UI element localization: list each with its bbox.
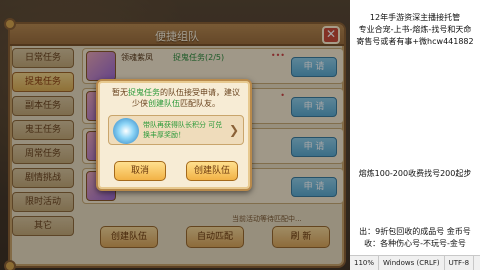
dialog-text-suffix: 的队伍接受申请，建议: [160, 88, 240, 97]
reward-tip-box[interactable]: 带队再获得队长积分 可兑换丰厚奖励！ ❯: [108, 115, 244, 145]
reward-orb-icon: [113, 118, 139, 144]
editor-statusbar: 110% Windows (CRLF) UTF-8: [350, 255, 480, 270]
line-ending[interactable]: Windows (CRLF): [379, 256, 445, 270]
game-viewport: 便捷组队 ✕ 日常任务 捉鬼任务 副本任务 鬼王任务 周常任务 剧情挑战 限时活…: [0, 0, 350, 270]
info-line-2: 专业合宠-上书-熔炼-找号和天命: [358, 25, 472, 34]
create-team-dialog-button[interactable]: 创建队伍: [186, 161, 238, 181]
info-line-6: 收：各种伤心号-不玩号-金号: [364, 239, 466, 248]
dialog-task-name: 捉鬼任务: [128, 88, 160, 97]
dialog-create-link[interactable]: 创建队伍: [148, 99, 180, 108]
dialog-text-prefix-2: 少侠: [132, 99, 148, 108]
cancel-button[interactable]: 取消: [114, 161, 166, 181]
encoding[interactable]: UTF-8: [445, 256, 475, 270]
no-team-dialog: 暂无捉鬼任务的队伍接受申请，建议 少侠创建队伍匹配队友。 带队再获得队长积分 可…: [96, 79, 252, 191]
dialog-message: 暂无捉鬼任务的队伍接受申请，建议 少侠创建队伍匹配队友。: [106, 87, 246, 109]
reward-text: 带队再获得队长积分 可兑换丰厚奖励！: [143, 121, 223, 139]
info-line-4: 熔炼100-200收费找号200起步: [358, 169, 472, 178]
info-line-5: 出：9折包回收的成品号 金币号: [359, 227, 471, 236]
zoom-level[interactable]: 110%: [350, 256, 380, 270]
dialog-text-suffix-2: 匹配队友。: [180, 99, 220, 108]
stream-info-panel: 12年手游资深主播接托管 专业合宠-上书-熔炼-找号和天命 寄售号或者有事+微h…: [350, 0, 480, 270]
info-line-3: 寄售号或者有事+微hcw441882: [356, 37, 474, 46]
dialog-text-prefix: 暂无: [112, 88, 128, 97]
chevron-right-icon: ❯: [228, 123, 239, 137]
info-line-1: 12年手游资深主播接托管: [369, 13, 461, 22]
